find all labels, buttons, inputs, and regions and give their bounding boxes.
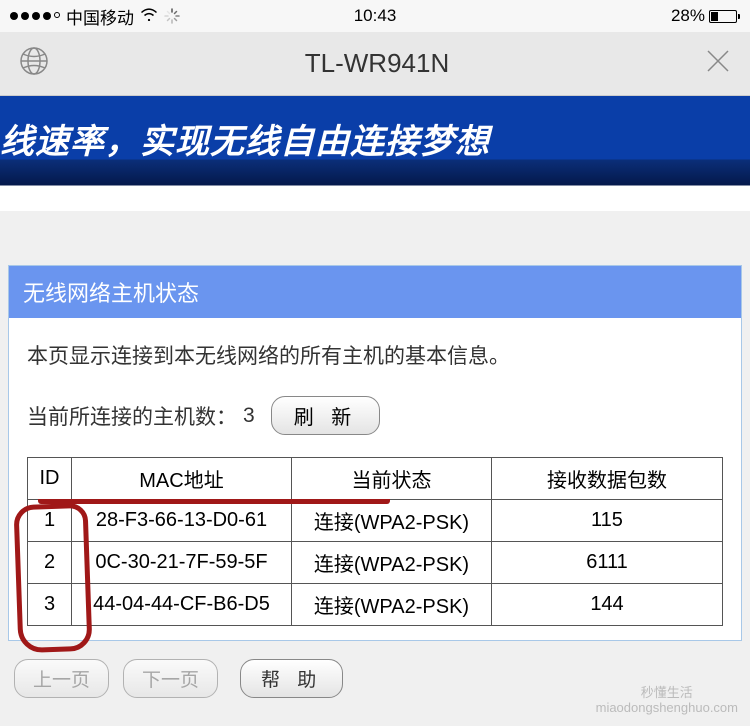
cell-mac: 28-F3-66-13-D0-61 (72, 500, 292, 542)
prev-page-button[interactable]: 上一页 (14, 659, 109, 698)
cell-mac: 0C-30-21-7F-59-5F (72, 542, 292, 584)
watermark-line2: miaodongshenghuo.com (596, 700, 738, 716)
cell-rx: 6111 (492, 542, 723, 584)
wifi-icon (140, 6, 158, 26)
cell-status: 连接(WPA2-PSK) (292, 500, 492, 542)
signal-strength-icon (10, 12, 60, 20)
cell-status: 连接(WPA2-PSK) (292, 584, 492, 626)
status-right: 28% (671, 6, 740, 26)
cell-status: 连接(WPA2-PSK) (292, 542, 492, 584)
host-count-label: 当前所连接的主机数： (27, 401, 237, 431)
banner-slogan: 线速率，实现无线自由连接梦想 (0, 114, 740, 163)
table-row: 1 28-F3-66-13-D0-61 连接(WPA2-PSK) 115 (28, 500, 723, 542)
globe-icon (18, 45, 50, 82)
cell-rx: 115 (492, 500, 723, 542)
battery-percent: 28% (671, 6, 705, 26)
status-bar: 中国移动 10:43 28% (0, 0, 750, 32)
cell-mac: 44-04-44-CF-B6-D5 (72, 584, 292, 626)
cell-id: 1 (28, 500, 72, 542)
clock: 10:43 (354, 6, 397, 26)
help-button[interactable]: 帮 助 (240, 659, 343, 698)
host-table: ID MAC地址 当前状态 接收数据包数 1 28-F3-66-13-D0-61… (27, 457, 723, 626)
loading-spinner-icon (164, 8, 180, 24)
refresh-button[interactable]: 刷 新 (271, 396, 381, 435)
hero-banner: 线速率，实现无线自由连接梦想 (0, 96, 750, 211)
table-row: 3 44-04-44-CF-B6-D5 连接(WPA2-PSK) 144 (28, 584, 723, 626)
col-id: ID (28, 458, 72, 500)
watermark: 秒懂生活 miaodongshenghuo.com (596, 685, 738, 716)
host-status-panel: 无线网络主机状态 本页显示连接到本无线网络的所有主机的基本信息。 当前所连接的主… (8, 265, 742, 641)
panel-body: 本页显示连接到本无线网络的所有主机的基本信息。 当前所连接的主机数： 3 刷 新… (9, 318, 741, 640)
host-count-row: 当前所连接的主机数： 3 刷 新 (27, 396, 723, 435)
table-row: 2 0C-30-21-7F-59-5F 连接(WPA2-PSK) 6111 (28, 542, 723, 584)
panel-description: 本页显示连接到本无线网络的所有主机的基本信息。 (27, 340, 723, 370)
watermark-line1: 秒懂生活 (596, 685, 738, 701)
status-left: 中国移动 (10, 4, 180, 29)
next-page-button[interactable]: 下一页 (123, 659, 218, 698)
col-mac: MAC地址 (72, 458, 292, 500)
close-button[interactable] (704, 47, 732, 80)
table-header-row: ID MAC地址 当前状态 接收数据包数 (28, 458, 723, 500)
cell-rx: 144 (492, 584, 723, 626)
cell-id: 3 (28, 584, 72, 626)
col-status: 当前状态 (292, 458, 492, 500)
cell-id: 2 (28, 542, 72, 584)
panel-header: 无线网络主机状态 (9, 266, 741, 318)
page-title: TL-WR941N (70, 48, 684, 79)
battery-icon (709, 10, 740, 23)
col-rx: 接收数据包数 (492, 458, 723, 500)
carrier-label: 中国移动 (66, 4, 134, 29)
host-count-value: 3 (243, 404, 255, 428)
browser-bar: TL-WR941N (0, 32, 750, 96)
